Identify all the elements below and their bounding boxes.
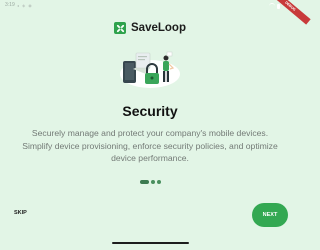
loop-logo-icon <box>114 22 127 34</box>
brand-name: SaveLoop <box>131 22 186 34</box>
description-line: device performance. <box>111 153 189 163</box>
page-dot <box>150 180 155 184</box>
page-indicator <box>0 180 300 184</box>
description-line: Simplify device provisioning, enforce se… <box>22 140 278 151</box>
page-dot-active <box>139 180 149 184</box>
status-notification-icons: ◂ ◈ ◉ <box>17 3 33 8</box>
battery-icon <box>277 3 280 9</box>
description-line: Securely manage and protect your company… <box>31 128 269 138</box>
status-bar: 3:19 ◂ ◈ ◉ DEBUG <box>0 0 311 25</box>
brand-header: SaveLoop <box>0 22 300 34</box>
page-title: Security <box>122 103 178 119</box>
home-indicator[interactable] <box>112 242 189 244</box>
status-time: 3:19 <box>5 2 15 8</box>
next-button[interactable]: NEXT <box>252 203 288 227</box>
page-dot <box>156 180 161 184</box>
security-illustration-icon <box>120 51 180 88</box>
skip-button[interactable]: SKIP <box>10 206 31 220</box>
page-description: Securely manage and protect your company… <box>5 127 295 165</box>
wifi-icon <box>269 3 275 9</box>
system-icons <box>269 3 280 9</box>
